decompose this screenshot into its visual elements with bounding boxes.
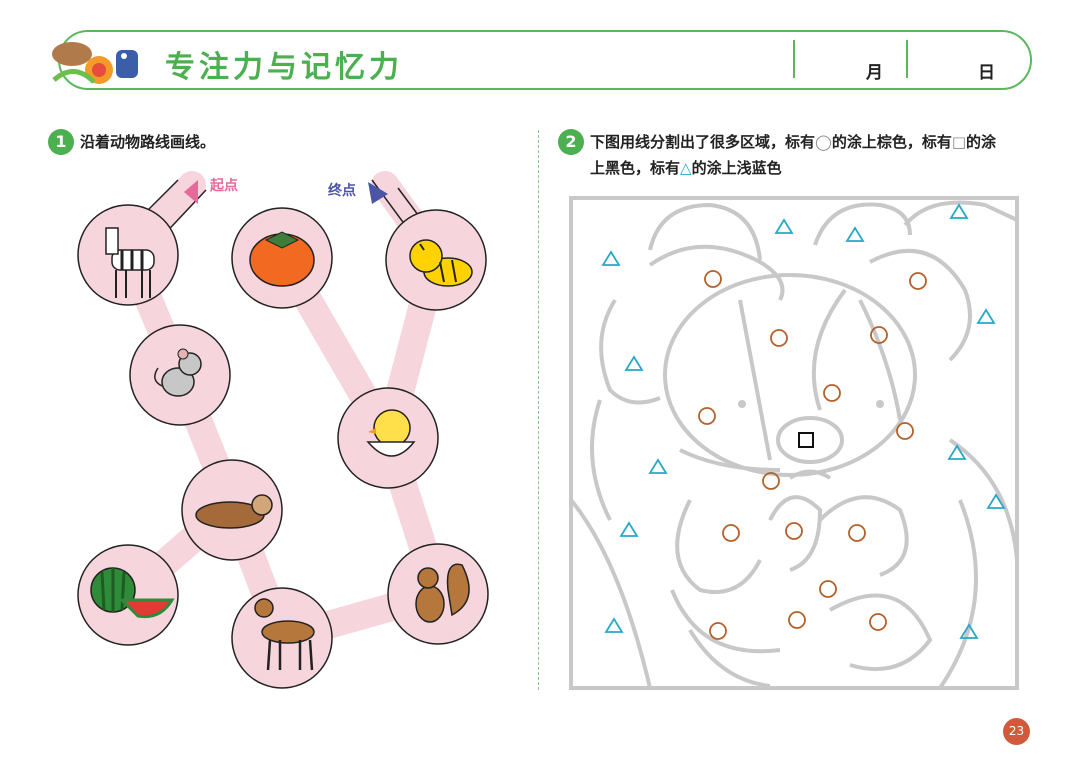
month-label: 月: [866, 63, 883, 83]
page-title: 专注力与记忆力: [165, 50, 403, 85]
mascot-illustration: [52, 42, 138, 84]
triangle-marker[interactable]: [624, 355, 644, 371]
circle-marker[interactable]: [704, 270, 722, 288]
circle-marker[interactable]: [869, 613, 887, 631]
q2-text-segment: 上黑色，标有: [590, 159, 681, 177]
question-2-line-2: 上黑色，标有△的涂上浅蓝色: [590, 155, 782, 181]
bear-eye: [738, 400, 746, 408]
triangle-marker[interactable]: [774, 218, 794, 234]
header-divider: [906, 40, 908, 78]
circle-marker[interactable]: [823, 384, 841, 402]
triangle-marker[interactable]: [976, 308, 996, 324]
question-1-text: 沿着动物路线画线。: [80, 133, 216, 151]
circle-marker[interactable]: [788, 611, 806, 629]
q2-text-segment: 的涂上浅蓝色: [691, 159, 782, 177]
circle-marker[interactable]: [722, 524, 740, 542]
bear-eye: [876, 400, 884, 408]
header-divider: [793, 40, 795, 78]
triangle-marker[interactable]: [604, 617, 624, 633]
color-by-symbol-puzzle[interactable]: [568, 195, 1020, 691]
animal-maze[interactable]: 起点 终点: [60, 170, 510, 700]
triangle-marker[interactable]: [601, 250, 621, 266]
circle-marker[interactable]: [909, 272, 927, 290]
square-symbol: □: [951, 133, 967, 151]
page-number: 23: [1003, 718, 1030, 745]
circle-marker[interactable]: [848, 524, 866, 542]
square-marker[interactable]: [798, 432, 814, 448]
circle-marker[interactable]: [819, 580, 837, 598]
question-2-line-1: 下图用线分割出了很多区域，标有◯的涂上棕色，标有□的涂: [590, 129, 996, 155]
q2-text-segment: 下图用线分割出了很多区域，标有: [590, 133, 816, 151]
q2-text-segment: 的涂上棕色，标有: [831, 133, 952, 151]
circle-symbol: ◯: [815, 133, 832, 151]
triangle-marker[interactable]: [949, 203, 969, 219]
circle-marker[interactable]: [770, 329, 788, 347]
circle-marker[interactable]: [698, 407, 716, 425]
triangle-marker[interactable]: [619, 521, 639, 537]
question-2-number: 2: [558, 129, 584, 155]
question-1-number: 1: [48, 129, 74, 155]
start-label: 起点: [209, 177, 238, 194]
triangle-marker[interactable]: [648, 458, 668, 474]
column-divider: [538, 130, 539, 690]
triangle-symbol: △: [680, 159, 692, 177]
triangle-marker[interactable]: [845, 226, 865, 242]
circle-marker[interactable]: [709, 622, 727, 640]
day-label: 日: [978, 63, 995, 83]
circle-marker[interactable]: [785, 522, 803, 540]
circle-marker[interactable]: [896, 422, 914, 440]
region-outlines: [569, 196, 1019, 690]
q2-text-segment: 的涂: [966, 133, 997, 151]
end-label: 终点: [328, 182, 356, 199]
